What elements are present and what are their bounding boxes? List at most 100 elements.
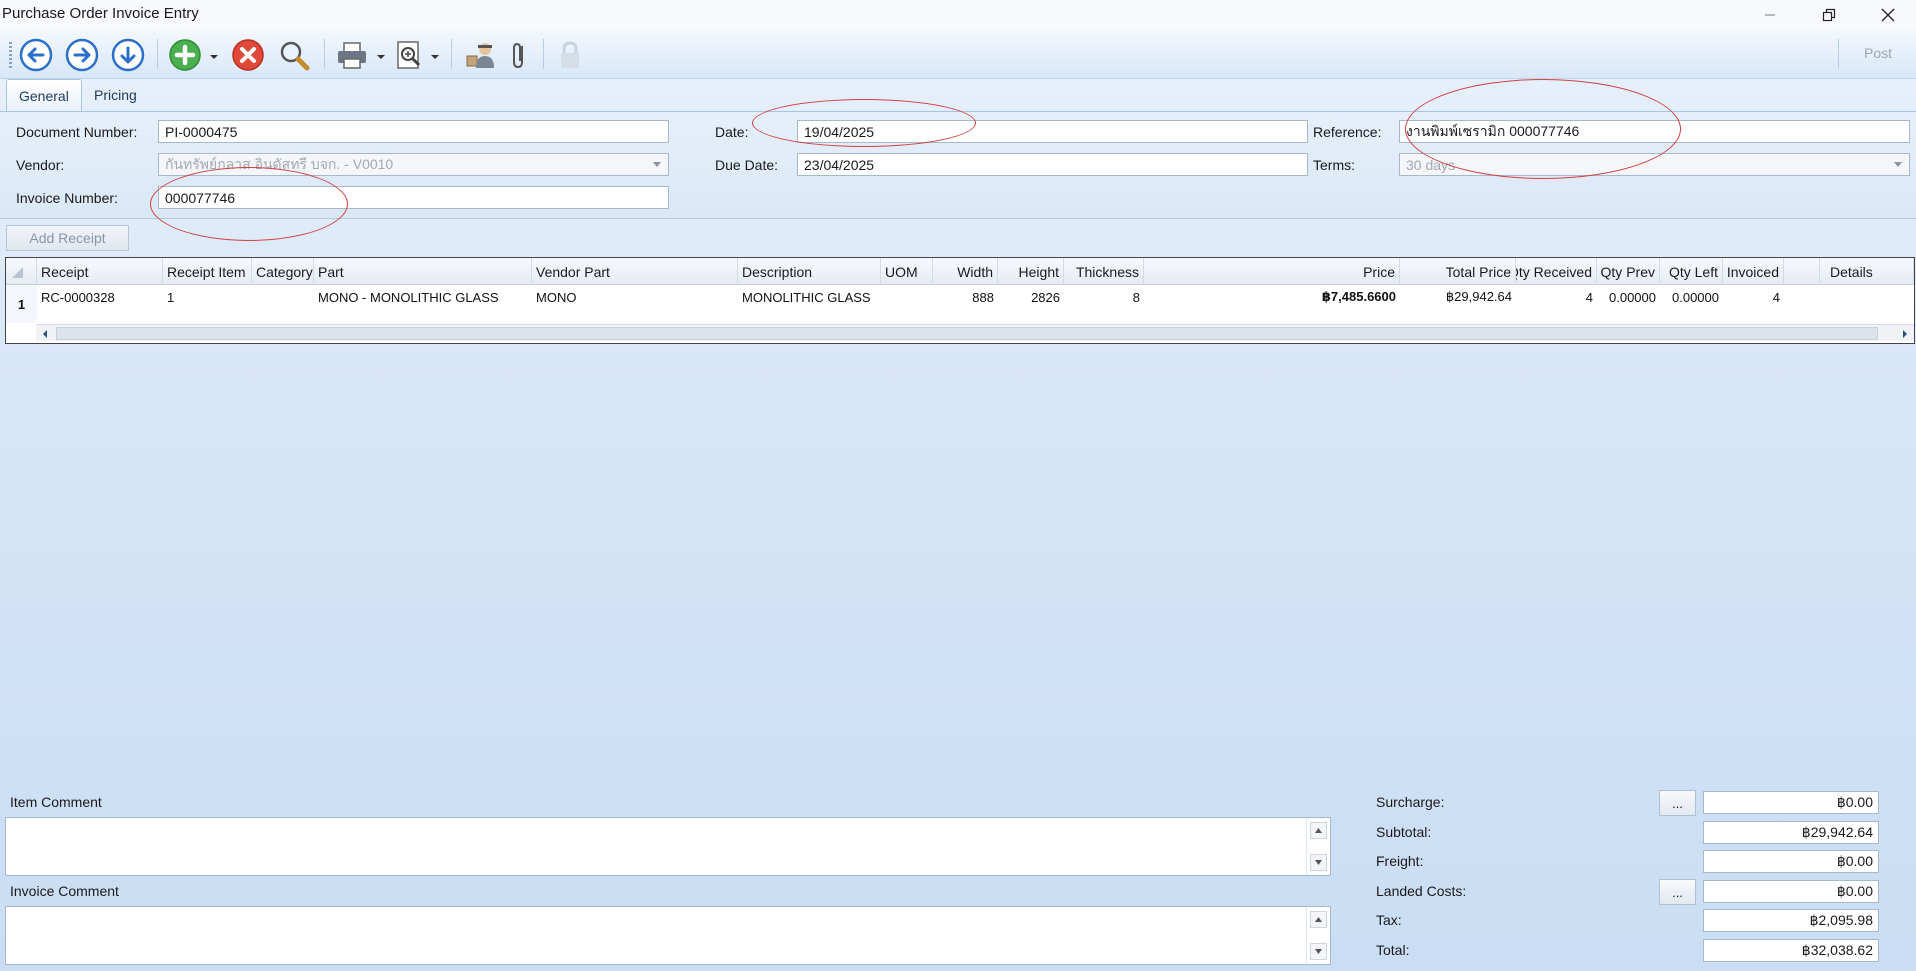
column-header-receipt[interactable]: Receipt — [37, 258, 163, 285]
column-header-height[interactable]: Height — [998, 258, 1064, 285]
chevron-left-icon — [43, 329, 47, 338]
next-button[interactable] — [63, 36, 101, 74]
add-button[interactable] — [166, 36, 204, 74]
scrollbar-thumb[interactable] — [56, 327, 1878, 340]
search-button[interactable] — [275, 36, 313, 74]
cell-price[interactable]: ฿7,485.6600 — [1144, 285, 1400, 309]
column-header-vendor-part[interactable]: Vendor Part — [532, 258, 738, 285]
column-header-qty-prev[interactable]: Qty Prev — [1597, 258, 1660, 285]
cell-width[interactable]: 888 — [933, 285, 998, 309]
freight-field[interactable]: ฿0.00 — [1703, 850, 1879, 873]
row-number[interactable]: 1 — [6, 285, 37, 323]
minimize-icon — [1765, 14, 1775, 15]
cell-uom[interactable] — [881, 285, 933, 309]
minimize-button[interactable] — [1746, 0, 1794, 29]
scroll-down-button[interactable] — [1310, 854, 1327, 871]
invoice-comment-input[interactable] — [5, 906, 1331, 965]
column-header-thickness[interactable]: Thickness — [1064, 258, 1144, 285]
previous-button[interactable] — [17, 36, 55, 74]
column-header-part[interactable]: Part — [314, 258, 532, 285]
scroll-right-button[interactable] — [1896, 325, 1914, 342]
vendor-dropdown-button[interactable] — [646, 154, 668, 175]
user-button[interactable] — [462, 36, 500, 74]
lock-button[interactable] — [551, 36, 589, 74]
column-header-details[interactable]: Details — [1820, 258, 1914, 285]
add-receipt-button[interactable]: Add Receipt — [6, 225, 129, 251]
cell-category[interactable] — [252, 285, 314, 309]
date-field[interactable]: 19/04/2025 — [797, 120, 1308, 143]
print-dropdown[interactable] — [376, 49, 386, 59]
terms-label: Terms: — [1313, 157, 1355, 173]
tab-pricing[interactable]: Pricing — [82, 79, 149, 111]
cell-height[interactable]: 2826 — [998, 285, 1064, 309]
scroll-up-button[interactable] — [1310, 822, 1327, 839]
add-dropdown[interactable] — [209, 49, 219, 59]
due-date-field[interactable]: 23/04/2025 — [797, 153, 1308, 176]
down-button[interactable] — [109, 36, 147, 74]
cell-details[interactable] — [1820, 285, 1914, 309]
print-button[interactable] — [333, 36, 371, 74]
toolbar-separator — [543, 39, 544, 69]
column-header-category[interactable]: Category — [252, 258, 314, 285]
reference-field[interactable]: งานพิมพ์เซรามิก 000077746 — [1399, 120, 1910, 143]
scroll-left-button[interactable] — [36, 325, 54, 342]
user-icon — [466, 43, 494, 68]
vendor-label: Vendor: — [16, 157, 65, 173]
close-button[interactable] — [1864, 0, 1912, 29]
cell-qty-left[interactable]: 0.00000 — [1660, 285, 1723, 309]
terms-combo[interactable]: 30 days — [1399, 153, 1910, 176]
column-header-width[interactable]: Width — [933, 258, 998, 285]
surcharge-details-button[interactable]: ... — [1659, 790, 1696, 816]
preview-dropdown[interactable] — [430, 49, 440, 59]
delete-icon — [232, 39, 264, 71]
column-header-qty-left[interactable]: Qty Left — [1660, 258, 1723, 285]
column-header-description[interactable]: Description — [738, 258, 881, 285]
chevron-down-icon — [377, 55, 385, 59]
terms-dropdown-button[interactable] — [1887, 154, 1909, 175]
restore-button[interactable] — [1805, 0, 1853, 29]
invoice-comment-scrollbar[interactable] — [1306, 907, 1330, 964]
column-header-invoiced[interactable]: Invoiced — [1723, 258, 1784, 285]
column-header-receipt-item[interactable]: Receipt Item — [163, 258, 252, 285]
toolbar-grip[interactable] — [9, 42, 12, 68]
vendor-combo[interactable]: กันทรัพย์กลาส อินดัสทรี บจก. - V0010 — [158, 153, 669, 176]
attach-icon — [513, 42, 523, 69]
cell-receipt-item[interactable]: 1 — [163, 285, 252, 309]
scroll-up-button[interactable] — [1310, 911, 1327, 928]
tax-label: Tax: — [1376, 912, 1402, 928]
delete-button[interactable] — [229, 36, 267, 74]
cell-total-price[interactable]: ฿29,942.64 — [1400, 285, 1516, 309]
cell-qty-prev[interactable]: 0.00000 — [1597, 285, 1660, 309]
cell-qty-received[interactable]: 4 — [1516, 285, 1597, 309]
column-header-qty-received[interactable]: Qty Received — [1516, 258, 1597, 285]
tax-value: ฿2,095.98 — [1703, 909, 1879, 932]
cell-thickness[interactable]: 8 — [1064, 285, 1144, 309]
total-value: ฿32,038.62 — [1703, 939, 1879, 962]
item-comment-scrollbar[interactable] — [1306, 818, 1330, 875]
cell-part[interactable]: MONO - MONOLITHIC GLASS — [314, 285, 532, 309]
cell-description[interactable]: MONOLITHIC GLASS — [738, 285, 881, 309]
corner-triangle-icon — [12, 266, 23, 278]
cell-invoiced[interactable]: 4 — [1723, 285, 1784, 309]
scroll-down-button[interactable] — [1310, 943, 1327, 960]
landed-costs-details-button[interactable]: ... — [1659, 879, 1696, 905]
tab-general[interactable]: General — [6, 79, 82, 112]
invoice-comment-label: Invoice Comment — [10, 883, 119, 899]
invoice-number-field[interactable]: 000077746 — [158, 186, 669, 209]
item-comment-input[interactable] — [5, 817, 1331, 876]
subtotal-value: ฿29,942.64 — [1703, 821, 1879, 844]
horizontal-scrollbar[interactable] — [36, 324, 1914, 341]
column-header-blank[interactable] — [1784, 258, 1820, 285]
column-header-total-price[interactable]: Total Price — [1400, 258, 1516, 285]
cell-vendor-part[interactable]: MONO — [532, 285, 738, 309]
attach-button[interactable] — [500, 36, 538, 74]
document-number-field[interactable]: PI-0000475 — [158, 120, 669, 143]
toolbar: Post — [0, 29, 1916, 79]
post-button[interactable]: Post — [1864, 45, 1892, 61]
freight-label: Freight: — [1376, 853, 1424, 869]
column-header-price[interactable]: Price — [1144, 258, 1400, 285]
column-header-uom[interactable]: UOM — [881, 258, 933, 285]
select-all-corner[interactable] — [6, 258, 37, 285]
preview-button[interactable] — [390, 36, 428, 74]
cell-receipt[interactable]: RC-0000328 — [37, 285, 163, 309]
